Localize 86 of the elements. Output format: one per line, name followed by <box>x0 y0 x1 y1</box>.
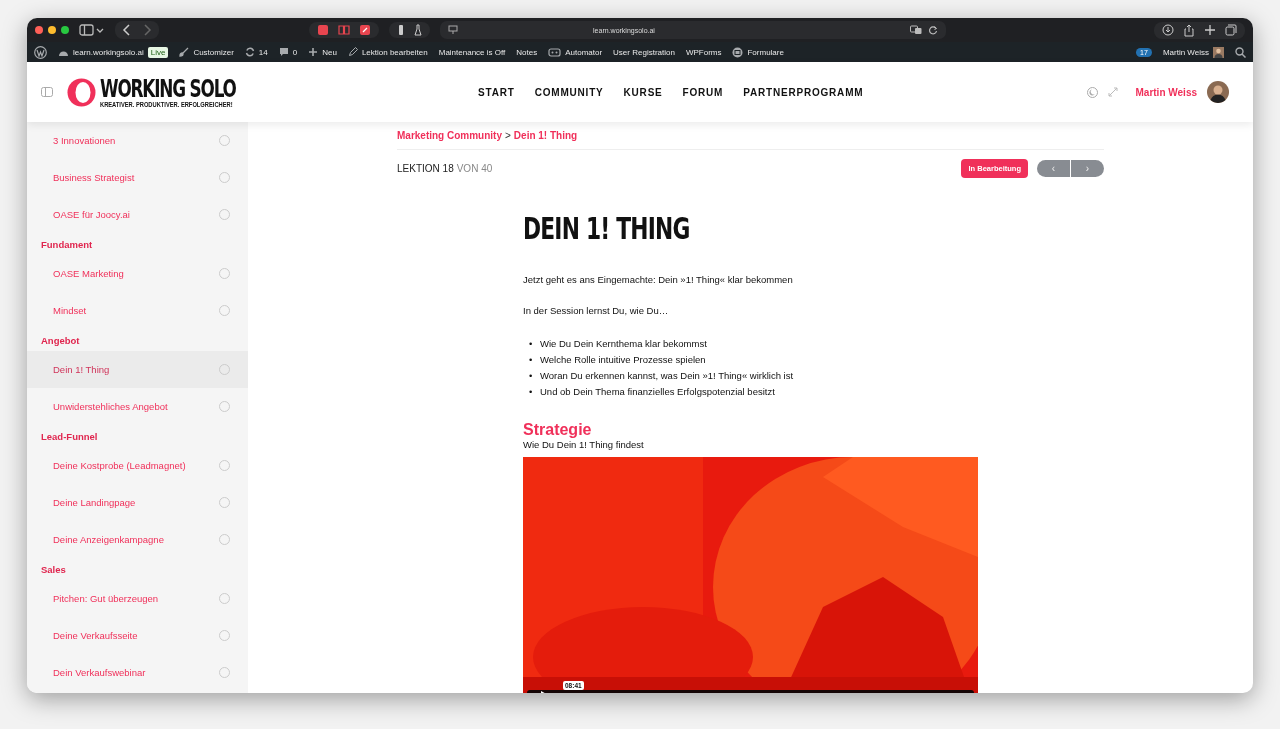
section-heading: Strategie <box>523 420 593 439</box>
bullet-item: Welche Rolle intuitive Prozesse spielen <box>540 353 706 367</box>
refresh-icon <box>244 47 255 57</box>
sidebar-section-heading: Fundament <box>40 237 94 252</box>
admin-bar-item[interactable]: Automator <box>548 47 603 57</box>
lesson-item[interactable]: OASE Marketing <box>27 255 248 292</box>
brush-icon <box>179 47 190 57</box>
forward-icon[interactable] <box>141 23 153 37</box>
live-badge: Live <box>147 46 169 58</box>
new-tab-icon[interactable] <box>1204 24 1216 36</box>
wordpress-logo-icon[interactable] <box>34 45 47 59</box>
intro-text: Jetzt geht es ans Eingemachte: Dein »1! Thing« klar bekommen <box>523 274 794 285</box>
admin-bar-item[interactable]: Customizer <box>179 47 234 57</box>
nav-link[interactable]: START <box>478 86 515 98</box>
lesson-total: VON 40 <box>456 162 493 174</box>
lesson-item[interactable]: Mindset <box>27 292 248 329</box>
nav-link[interactable]: PARTNERPROGRAMM <box>743 86 864 98</box>
back-icon[interactable] <box>121 23 133 37</box>
admin-bar-item[interactable]: learn.workingsolo.ai <box>58 47 144 57</box>
nav-link[interactable]: FORUM <box>682 86 724 98</box>
bottle-icon[interactable] <box>397 24 405 36</box>
search-icon[interactable] <box>1235 46 1246 58</box>
lesson-item[interactable]: Deine Landingpage <box>27 484 248 521</box>
zoom-button[interactable] <box>61 26 69 34</box>
admin-bar-item[interactable]: Lektion bearbeiten <box>347 47 428 57</box>
sidebar-section-heading: Sales <box>40 562 67 577</box>
lesson-item[interactable]: Dein 1! Thing <box>27 351 248 388</box>
page-menu-icon[interactable] <box>448 25 458 35</box>
comment-icon <box>278 47 289 57</box>
sidebar-section-heading: Angebot <box>40 333 81 348</box>
bullet-marker: • <box>529 353 534 367</box>
pencil-icon <box>347 47 358 57</box>
section-subheading: Wie Du Dein 1! Thing findest <box>523 439 645 450</box>
admin-bar-item[interactable]: 0 <box>278 47 298 57</box>
lesson-number: LEKTION 18 <box>397 162 454 174</box>
admin-bar-item[interactable]: 14 <box>244 47 268 57</box>
bullet-item: Woran Du erkennen kannst, was Dein »1! Thing« wirklich ist <box>540 369 794 383</box>
admin-bar-item[interactable]: Maintenance is Off <box>438 47 506 57</box>
logo-ring-icon <box>67 77 96 107</box>
nav-link[interactable]: KURSE <box>623 86 663 98</box>
lesson-item[interactable]: Deine Verkaufsseite <box>27 617 248 654</box>
download-icon[interactable] <box>1162 24 1174 36</box>
lesson-item[interactable]: OASE für Joocy.ai <box>27 196 248 233</box>
logo-wordmark: WORKING SOLO <box>100 76 237 101</box>
lesson-title: DEIN 1! THING <box>523 210 690 246</box>
bullet-marker: • <box>529 369 534 383</box>
avatar-icon[interactable] <box>1207 81 1229 103</box>
lesson-item[interactable]: Unwiderstehliches Angebot <box>27 388 248 425</box>
plus-icon <box>308 47 319 57</box>
robot-icon <box>548 47 562 57</box>
breadcrumb-link[interactable]: Marketing Community <box>397 130 502 141</box>
translate-icon[interactable] <box>910 25 922 35</box>
lesson-item[interactable]: Pitchen: Gut überzeugen <box>27 580 248 617</box>
user-name-link[interactable]: Martin Weiss <box>1135 86 1197 98</box>
breadcrumb-current: Dein 1! Thing <box>513 130 578 141</box>
lesson-item[interactable]: Business Strategist <box>27 159 248 196</box>
admin-bar-item[interactable]: WPForms <box>685 47 722 57</box>
extension-icon[interactable] <box>359 24 371 36</box>
tabs-overview-icon[interactable] <box>1225 24 1237 36</box>
admin-bar-item[interactable]: User Registration <box>613 47 675 57</box>
reload-icon[interactable] <box>928 25 938 35</box>
flask-icon[interactable] <box>414 24 422 36</box>
admin-bar-item[interactable]: Notes <box>516 47 538 57</box>
form-icon <box>732 46 744 58</box>
sidebar-section-heading: Lead-Funnel <box>40 429 99 444</box>
sidebar-toggle-icon[interactable] <box>79 23 105 37</box>
minimize-button[interactable] <box>48 26 56 34</box>
admin-bar-item[interactable]: Neu <box>308 47 337 57</box>
bullet-marker: • <box>529 385 534 399</box>
avatar-icon <box>1213 46 1224 58</box>
bullet-item: Und ob Dein Thema finanzielles Erfolgspotenzial besitzt <box>540 385 775 399</box>
lead-text: In der Session lernst Du, wie Du… <box>523 305 670 316</box>
bullet-item: Wie Du Dein Kernthema klar bekommst <box>540 337 707 351</box>
admin-bar-user[interactable]: Martin Weiss <box>1162 46 1224 58</box>
breadcrumb-separator: > <box>505 130 511 141</box>
lesson-item[interactable]: 3 Innovationen <box>27 122 248 159</box>
lesson-item[interactable]: Deine Kostprobe (Leadmagnet) <box>27 447 248 484</box>
lesson-item[interactable]: Dein Verkaufswebinar <box>27 654 248 691</box>
nav-link[interactable]: COMMUNITY <box>534 86 604 98</box>
admin-bar-item[interactable]: Formulare <box>732 46 784 58</box>
book-icon[interactable] <box>338 24 350 36</box>
bullet-marker: • <box>529 337 534 351</box>
close-button[interactable] <box>35 26 43 34</box>
lesson-item[interactable]: Deine Anzeigenkampagne <box>27 521 248 558</box>
sidebar-toggle-icon[interactable] <box>41 87 53 97</box>
share-icon[interactable] <box>1183 23 1195 37</box>
